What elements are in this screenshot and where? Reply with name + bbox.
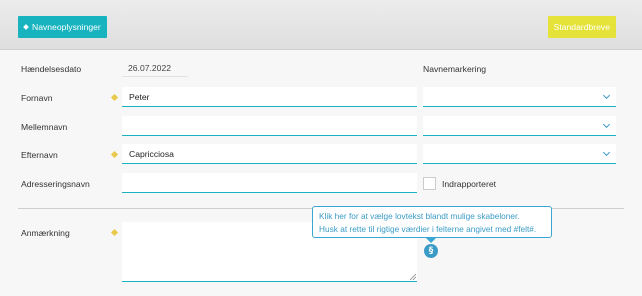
- event-date-value: 26.07.2022: [122, 60, 188, 77]
- reported-label: Indrapporteret: [442, 179, 496, 189]
- legal-text-tooltip: Klik her for at vælge lovtekst blandt mu…: [312, 206, 552, 243]
- top-toolbar: Navneoplysninger Standardbreve: [0, 0, 642, 50]
- name-info-button[interactable]: Navneoplysninger: [18, 16, 107, 38]
- first-name-label: Fornavn: [21, 93, 53, 103]
- last-name-label: Efternavn: [21, 150, 58, 160]
- tooltip-line-2: Husk at rette til rigtige værdier i felt…: [319, 223, 537, 234]
- required-marker-icon: [110, 228, 119, 237]
- name-marking-select-3[interactable]: [423, 144, 616, 164]
- middle-name-label: Mellemnavn: [21, 122, 68, 132]
- chevron-down-icon: [602, 91, 611, 100]
- paragraph-icon[interactable]: §: [424, 244, 438, 258]
- reported-checkbox[interactable]: [423, 177, 436, 190]
- name-marking-select-1[interactable]: [423, 87, 616, 107]
- middle-name-input[interactable]: [122, 116, 417, 136]
- remark-label: Anmærkning: [21, 228, 70, 238]
- resize-grip-icon[interactable]: [410, 274, 416, 280]
- diamond-icon: [23, 24, 29, 30]
- name-info-button-label: Navneoplysninger: [32, 22, 101, 32]
- address-name-input[interactable]: [122, 173, 417, 193]
- required-marker-icon: [110, 150, 119, 159]
- name-marking-select-2[interactable]: [423, 116, 616, 136]
- chevron-down-icon: [602, 120, 611, 129]
- tooltip-line-1: Klik her for at vælge lovtekst blandt mu…: [319, 211, 520, 221]
- last-name-input[interactable]: Capricciosa: [122, 144, 417, 164]
- name-marking-label: Navnemarkering: [423, 64, 487, 74]
- address-name-label: Adresseringsnavn: [21, 179, 90, 189]
- chevron-down-icon: [602, 148, 611, 157]
- required-marker-icon: [110, 93, 119, 102]
- standard-letters-button[interactable]: Standardbreve: [547, 16, 616, 38]
- first-name-input[interactable]: Peter: [122, 87, 417, 107]
- event-date-label: Hændelsesdato: [21, 64, 82, 74]
